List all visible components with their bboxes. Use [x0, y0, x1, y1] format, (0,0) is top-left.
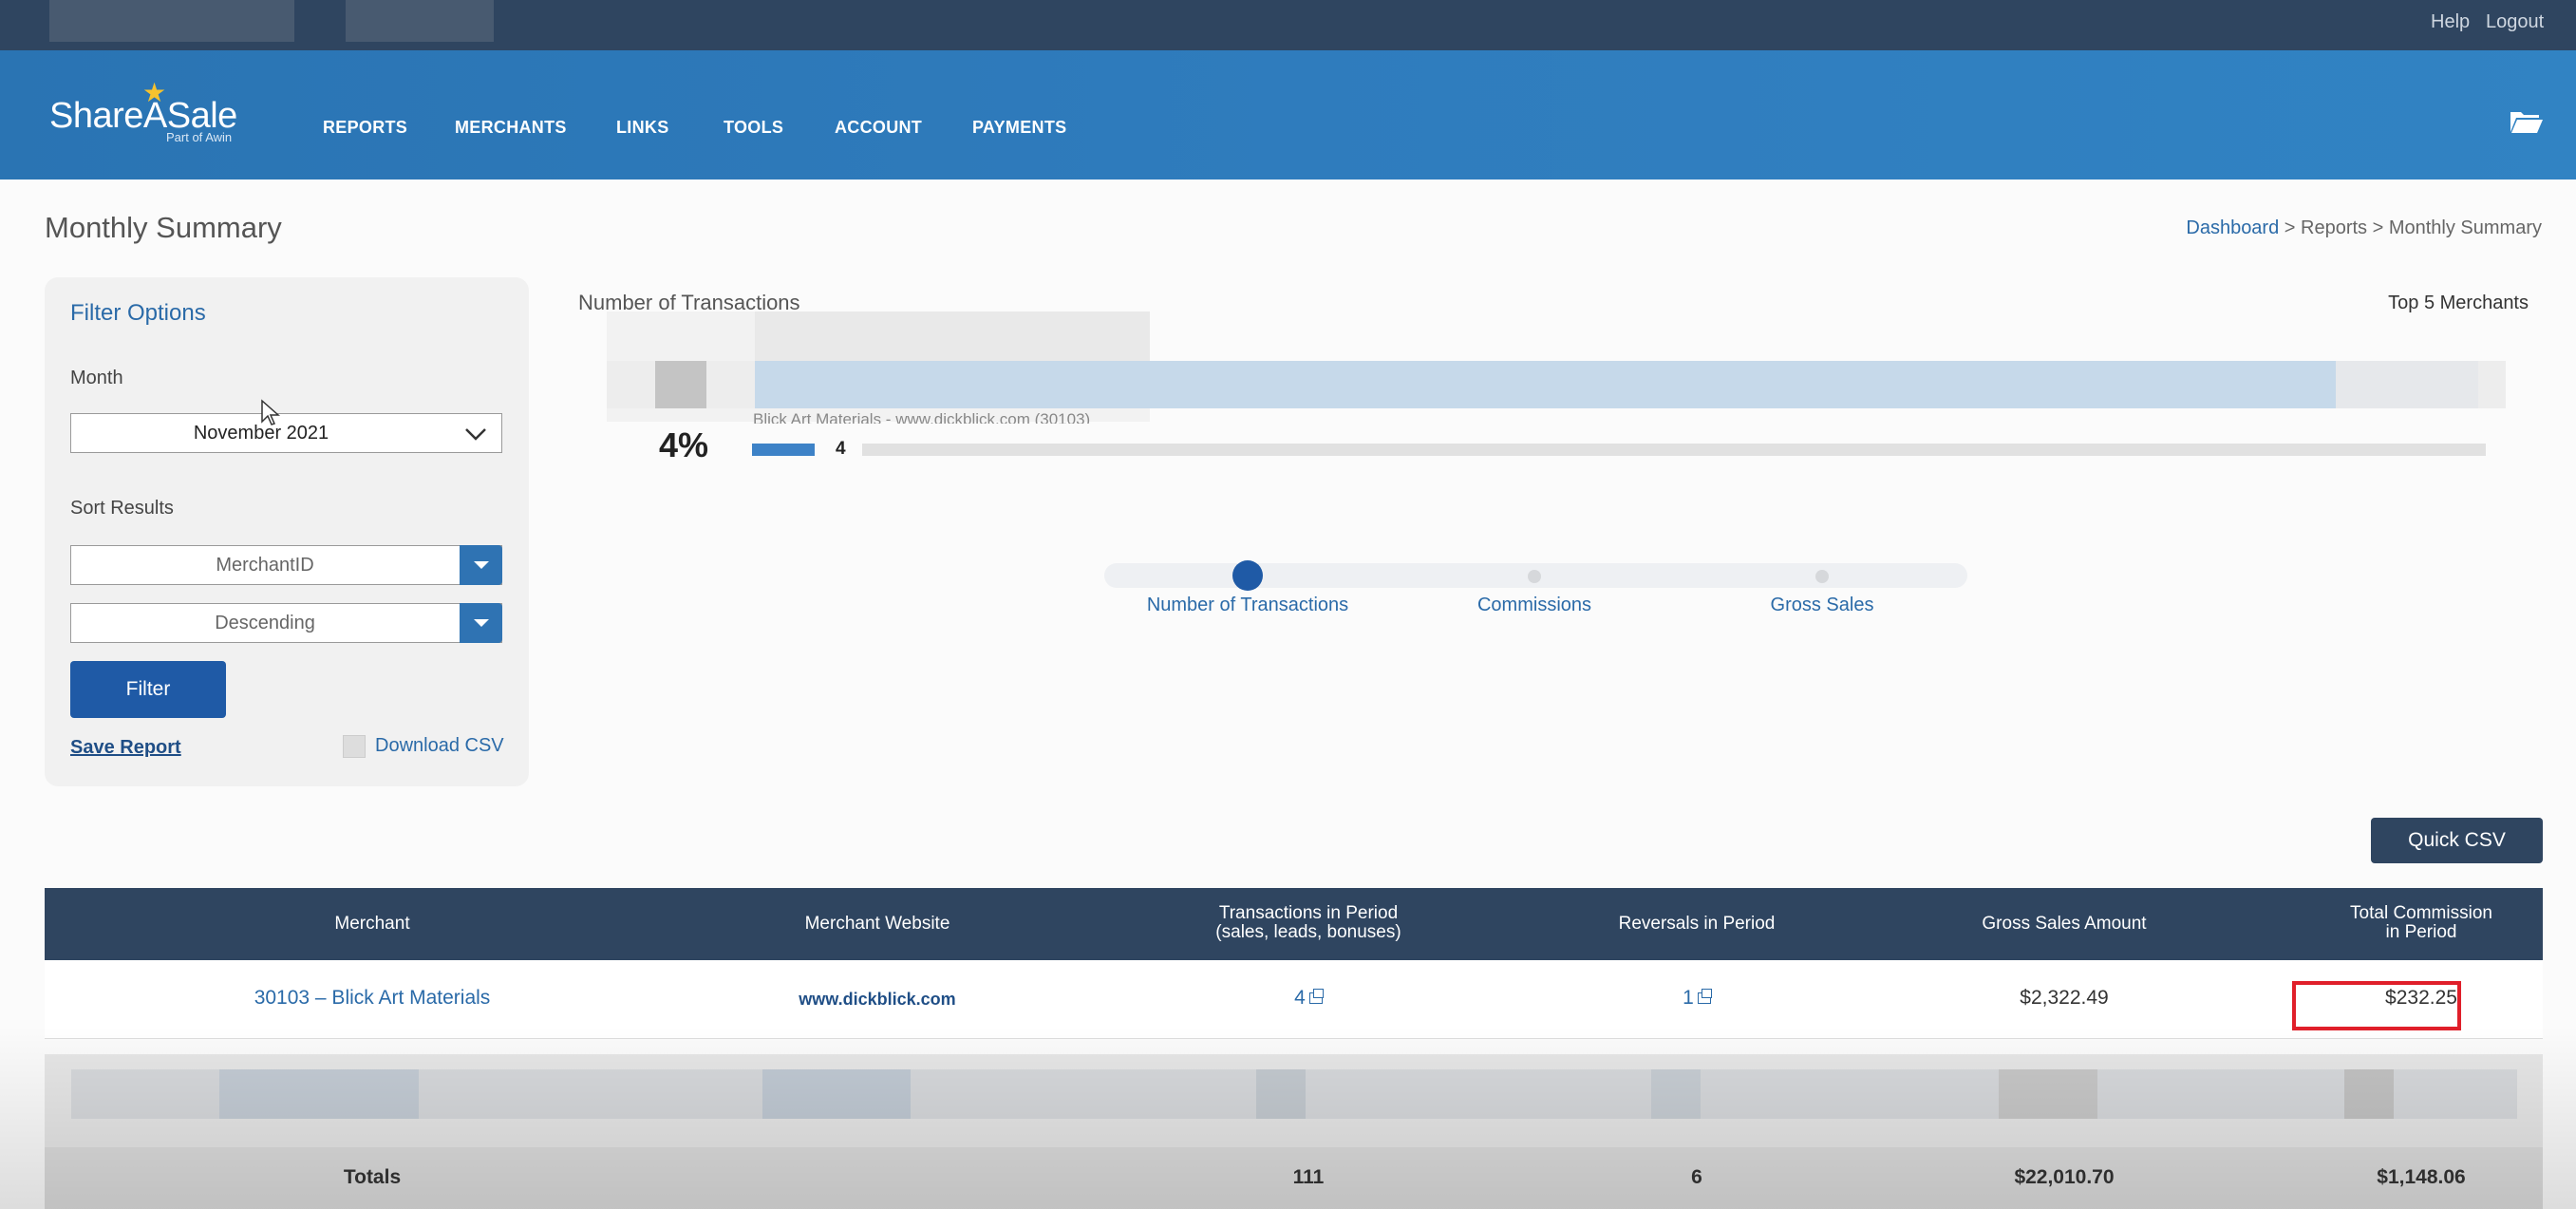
col-total-commission[interactable]: Total Commission in Period	[2227, 904, 2576, 942]
save-report-link[interactable]: Save Report	[70, 737, 181, 759]
percentage-value: 4%	[659, 425, 709, 464]
breadcrumb-current: Monthly Summary	[2388, 217, 2542, 238]
dropdown-arrow-icon[interactable]	[460, 603, 502, 643]
metric-slider-stop[interactable]	[1528, 570, 1541, 583]
redacted-block	[1999, 1069, 2097, 1119]
col-gross-sales[interactable]: Gross Sales Amount	[1870, 915, 2259, 934]
transactions-value[interactable]: 4	[1294, 987, 1306, 1009]
sort-by-value: MerchantID	[216, 555, 314, 576]
col-transactions-title: Transactions in Period	[1218, 903, 1399, 923]
merchant-name-link[interactable]: 30103 – Blick Art Materials	[178, 987, 567, 1010]
quick-csv-button[interactable]: Quick CSV	[2371, 818, 2543, 863]
redacted-block	[1256, 1069, 1306, 1119]
logout-link[interactable]: Logout	[2486, 11, 2544, 33]
help-link[interactable]: Help	[2431, 11, 2470, 33]
totals-commission: $1,148.06	[2377, 1166, 2466, 1188]
filter-options-title: Filter Options	[70, 300, 206, 326]
breadcrumb-separator: >	[2279, 217, 2302, 238]
popup-window-icon[interactable]	[1308, 989, 1324, 1005]
redacted-block	[2344, 1069, 2394, 1119]
totals-reversals: 6	[1691, 1166, 1702, 1188]
metric-option-gross-sales[interactable]: Gross Sales	[1680, 595, 1965, 616]
nav-merchants[interactable]: MERCHANTS	[455, 118, 567, 138]
reversals-value[interactable]: 1	[1683, 987, 1694, 1009]
totals-gross-sales: $22,010.70	[2014, 1166, 2115, 1188]
month-select[interactable]: November 2021	[70, 413, 502, 453]
redacted-chart-bar	[755, 361, 2336, 408]
table-row: 30103 – Blick Art Materials www.dickblic…	[45, 960, 2543, 1039]
redacted-area	[49, 0, 294, 42]
sort-order-select[interactable]: Descending	[70, 603, 502, 643]
dropdown-arrow-icon[interactable]	[460, 545, 502, 585]
download-csv-checkbox[interactable]	[343, 735, 366, 758]
col-commission-subtitle: in Period	[2385, 922, 2457, 942]
chart-bar-value: 4	[836, 439, 846, 459]
nav-tools[interactable]: TOOLS	[724, 118, 783, 138]
metric-slider-stop[interactable]	[1815, 570, 1829, 583]
popup-window-icon[interactable]	[1697, 989, 1712, 1005]
col-merchant[interactable]: Merchant	[178, 915, 567, 934]
redacted-block	[762, 1069, 911, 1119]
top-utility-bar: Help Logout	[0, 0, 2576, 50]
nav-reports[interactable]: REPORTS	[323, 118, 407, 138]
main-navigation: ★ ShareASale Part of Awin REPORTS MERCHA…	[0, 50, 2576, 179]
totals-row: Totals 111 6 $22,010.70 $1,148.06	[45, 1147, 2543, 1209]
table-header: Merchant Merchant Website Transactions i…	[45, 888, 2543, 960]
nav-account[interactable]: ACCOUNT	[835, 118, 922, 138]
breadcrumb: Dashboard > Reports > Monthly Summary	[2186, 217, 2542, 239]
metric-option-commissions[interactable]: Commissions	[1392, 595, 1677, 616]
folder-icon[interactable]	[2510, 109, 2544, 134]
redacted-table-row	[45, 1054, 2543, 1147]
chart-bar-fill	[752, 444, 815, 456]
month-label: Month	[70, 368, 123, 388]
col-reversals[interactable]: Reversals in Period	[1502, 915, 1891, 934]
breadcrumb-dashboard[interactable]: Dashboard	[2186, 217, 2279, 238]
redacted-chart-row	[2336, 361, 2478, 408]
chart-bar-track	[862, 444, 2486, 456]
page-title: Monthly Summary	[45, 211, 282, 244]
sort-by-select[interactable]: MerchantID	[70, 545, 502, 585]
col-commission-title: Total Commission	[2350, 903, 2492, 923]
redacted-chart-row	[655, 361, 706, 408]
sort-results-label: Sort Results	[70, 498, 174, 519]
breadcrumb-separator: >	[2367, 217, 2389, 238]
brand-subtitle: Part of Awin	[166, 130, 233, 144]
redacted-area	[346, 0, 494, 42]
chevron-down-icon	[465, 428, 486, 441]
col-merchant-website[interactable]: Merchant Website	[683, 915, 1072, 934]
transactions-cell[interactable]: 4	[1114, 987, 1503, 1010]
nav-payments[interactable]: PAYMENTS	[972, 118, 1066, 138]
filter-options-panel: Filter Options Month November 2021 Sort …	[45, 277, 529, 786]
nav-links[interactable]: LINKS	[616, 118, 669, 138]
totals-label: Totals	[343, 1166, 402, 1188]
reversals-cell[interactable]: 1	[1502, 987, 1891, 1010]
download-csv-label[interactable]: Download CSV	[375, 735, 504, 757]
metric-option-transactions[interactable]: Number of Transactions	[1105, 595, 1390, 616]
chart-merchant-label: Blick Art Materials - www.dickblick.com …	[753, 410, 1091, 424]
mouse-cursor-icon	[261, 399, 280, 425]
redacted-chart-row	[755, 312, 1150, 365]
gross-sales-value: $2,322.49	[2020, 987, 2109, 1009]
metric-slider-handle[interactable]	[1232, 560, 1263, 591]
breadcrumb-reports[interactable]: Reports	[2301, 217, 2367, 238]
col-transactions-subtitle: (sales, leads, bonuses)	[1215, 922, 1401, 942]
col-transactions[interactable]: Transactions in Period (sales, leads, bo…	[1114, 904, 1503, 942]
top-5-merchants-label: Top 5 Merchants	[2388, 293, 2529, 313]
merchant-website-link[interactable]: www.dickblick.com	[683, 990, 1072, 1010]
redacted-block	[1651, 1069, 1701, 1119]
commission-highlight-box	[2292, 981, 2461, 1030]
redacted-block	[219, 1069, 419, 1119]
totals-transactions: 111	[1292, 1166, 1325, 1188]
sort-order-value: Descending	[215, 613, 315, 633]
filter-button[interactable]: Filter	[70, 661, 226, 718]
